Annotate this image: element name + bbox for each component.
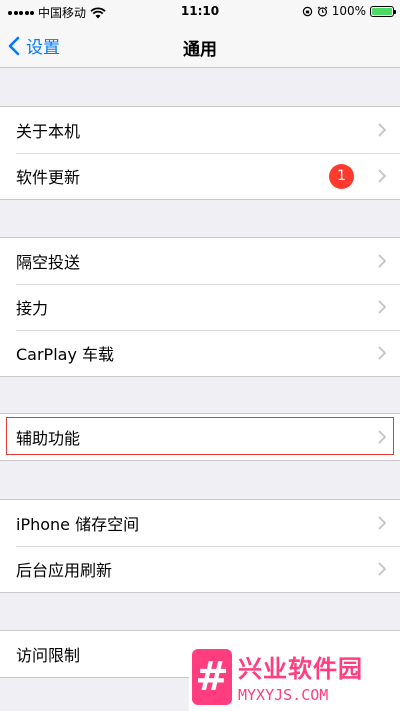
chevron-right-icon xyxy=(378,123,386,137)
row-about-device[interactable]: 关于本机 xyxy=(0,107,400,153)
alarm-icon xyxy=(317,5,328,16)
chevron-right-icon xyxy=(378,300,386,314)
page-title: 通用 xyxy=(183,40,217,60)
row-carplay[interactable]: CarPlay 车载 xyxy=(0,330,400,376)
row-label: iPhone 储存空间 xyxy=(16,515,140,534)
chevron-right-icon xyxy=(378,430,386,444)
row-label: 后台应用刷新 xyxy=(16,561,113,580)
watermark-title: 兴业软件园 xyxy=(238,655,363,683)
row-label: 隔空投送 xyxy=(16,253,81,272)
battery-icon xyxy=(370,5,396,17)
settings-group-storage: iPhone 储存空间 后台应用刷新 xyxy=(0,499,400,593)
watermark-logo: # 兴业软件园 MYXYJS.COM xyxy=(189,642,400,711)
row-label: CarPlay 车载 xyxy=(16,345,115,364)
row-accessibility[interactable]: 辅助功能 xyxy=(0,414,400,460)
row-label: 关于本机 xyxy=(16,122,81,141)
row-airdrop[interactable]: 隔空投送 xyxy=(0,238,400,284)
status-right: 100% xyxy=(302,4,396,18)
chevron-right-icon xyxy=(378,254,386,268)
row-label: 接力 xyxy=(16,299,49,318)
row-background-refresh[interactable]: 后台应用刷新 xyxy=(0,546,400,592)
chevron-right-icon xyxy=(378,516,386,530)
settings-group-continuity: 隔空投送 接力 CarPlay 车载 xyxy=(0,237,400,377)
row-iphone-storage[interactable]: iPhone 储存空间 xyxy=(0,500,400,546)
update-badge: 1 xyxy=(329,164,354,189)
row-handoff[interactable]: 接力 xyxy=(0,284,400,330)
rotation-lock-icon xyxy=(302,6,312,16)
battery-percent: 100% xyxy=(331,4,366,18)
row-software-update[interactable]: 软件更新 1 xyxy=(0,153,400,199)
chevron-right-icon xyxy=(378,562,386,576)
watermark-url: MYXYJS.COM xyxy=(238,686,329,704)
hash-logo-icon: # xyxy=(192,648,232,705)
row-label: 软件更新 xyxy=(16,168,81,187)
settings-group-accessibility: 辅助功能 xyxy=(0,413,400,461)
settings-group-about: 关于本机 软件更新 1 xyxy=(0,106,400,200)
navigation-bar: 设置 通用 xyxy=(0,22,400,68)
chevron-right-icon xyxy=(378,346,386,360)
row-label: 访问限制 xyxy=(16,646,81,665)
row-label: 辅助功能 xyxy=(16,429,81,448)
status-bar: 中国移动 11:10 100% xyxy=(0,0,400,22)
chevron-right-icon xyxy=(378,169,386,183)
